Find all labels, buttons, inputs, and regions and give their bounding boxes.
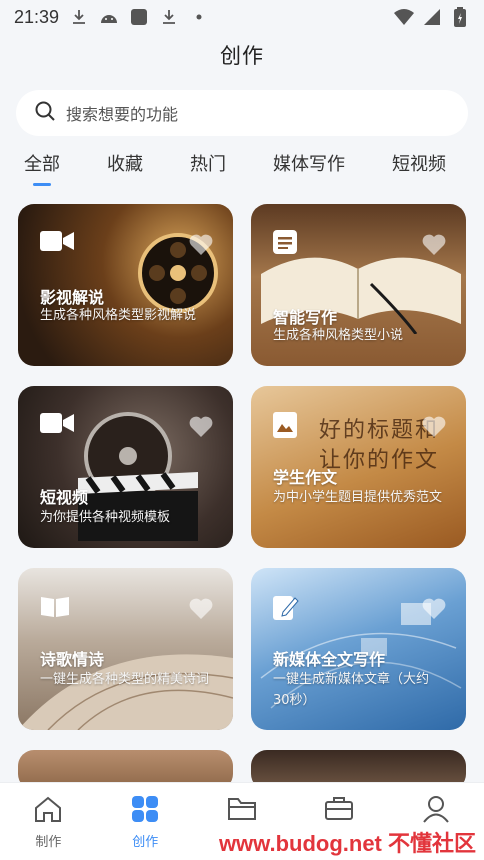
user-icon — [422, 795, 450, 827]
search-placeholder: 搜索想要的功能 — [66, 105, 179, 124]
watermark: www.budog.net 不懂社区 — [218, 831, 476, 856]
card-film-commentary[interactable]: 影视解说 生成各种风格类型影视解说 — [18, 204, 233, 366]
card-title: 学生作文 — [273, 468, 338, 487]
card-student-essay[interactable]: 好的标题和 让你的作文 学生作文 为中小学生题目提供优秀范文 — [251, 386, 466, 548]
card-desc: 一键生成新媒体文章（大约30秒） — [273, 672, 430, 708]
video-camera-icon — [40, 230, 74, 256]
favorite-heart-icon[interactable] — [189, 416, 213, 442]
tab-short-video[interactable]: 短视频 — [392, 150, 446, 176]
card-desc: 为你提供各种视频模板 — [40, 510, 171, 525]
grid-icon — [131, 795, 159, 827]
edit-doc-icon — [273, 594, 299, 624]
card-desc: 生成各种风格类型小说 — [273, 328, 404, 343]
image-doc-icon — [273, 412, 297, 442]
signal-icon — [422, 7, 442, 27]
tab-label: 全部 — [24, 154, 60, 175]
status-time: 21:39 — [14, 6, 60, 27]
card-poetry[interactable]: 诗歌情诗 一键生成各种类型的精美诗词 — [18, 568, 233, 730]
nav-make[interactable]: 制作 — [0, 783, 97, 860]
home-icon — [33, 795, 63, 827]
nav-label: 创作 — [132, 835, 159, 850]
list-doc-icon — [273, 230, 297, 258]
card-smart-writing[interactable]: 智能写作 生成各种风格类型小说 — [251, 204, 466, 366]
favorite-heart-icon[interactable] — [422, 234, 446, 260]
briefcase-icon — [324, 795, 354, 825]
card-desc: 一键生成各种类型的精美诗词 — [40, 672, 210, 687]
search-icon — [34, 100, 56, 126]
category-tabs: 全部 收藏 热门 媒体写作 短视频 — [0, 150, 484, 190]
tab-media-writing[interactable]: 媒体写作 — [273, 150, 392, 176]
android-icon — [99, 7, 119, 27]
card-title: 短视频 — [40, 488, 89, 507]
tab-label: 收藏 — [107, 154, 143, 175]
favorite-heart-icon[interactable] — [422, 598, 446, 624]
open-book-icon — [40, 594, 70, 622]
card-title: 新媒体全文写作 — [273, 650, 386, 669]
tab-label: 热门 — [190, 154, 226, 175]
tab-popular[interactable]: 热门 — [190, 150, 273, 176]
tab-label: 短视频 — [392, 154, 446, 175]
card-short-video[interactable]: 短视频 为你提供各种视频模板 — [18, 386, 233, 548]
favorite-heart-icon[interactable] — [422, 416, 446, 442]
card-desc: 为中小学生题目提供优秀范文 — [273, 490, 443, 505]
tab-all[interactable]: 全部 — [24, 150, 107, 186]
nav-create[interactable]: 创作 — [97, 783, 194, 860]
favorite-heart-icon[interactable] — [189, 234, 213, 260]
download-icon — [69, 7, 89, 27]
card-desc: 生成各种风格类型影视解说 — [40, 308, 197, 323]
status-bar: 21:39 — [0, 0, 484, 34]
tab-label: 媒体写作 — [273, 154, 345, 175]
nav-label: 制作 — [35, 835, 62, 850]
wifi-icon — [394, 7, 414, 27]
app-square-icon — [129, 7, 149, 27]
card-title: 诗歌情诗 — [40, 650, 105, 669]
page-title: 创作 — [220, 44, 264, 68]
favorite-heart-icon[interactable] — [189, 598, 213, 624]
card-new-media-writing[interactable]: 新媒体全文写作 一键生成新媒体文章（大约30秒） — [251, 568, 466, 730]
download-icon — [159, 7, 179, 27]
tab-active-indicator — [33, 183, 51, 186]
video-camera-icon — [40, 412, 74, 438]
search-bar[interactable]: 搜索想要的功能 — [16, 90, 468, 136]
dot-icon — [189, 7, 209, 27]
tab-favorites[interactable]: 收藏 — [107, 150, 190, 176]
battery-icon — [450, 7, 470, 27]
folder-icon — [227, 795, 257, 825]
